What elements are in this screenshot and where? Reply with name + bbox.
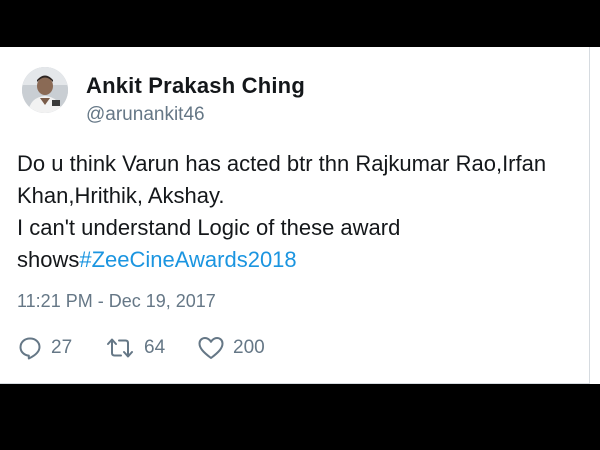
profile-photo-icon <box>22 67 68 113</box>
tweet-text-line: I can't understand Logic of these award <box>17 215 401 240</box>
user-handle[interactable]: @arunankit46 <box>86 104 205 126</box>
retweet-button[interactable]: 64 <box>104 333 165 363</box>
tweet-text-line: shows#ZeeCineAwards2018 <box>17 244 600 276</box>
display-name[interactable]: Ankit Prakash Ching <box>86 73 305 99</box>
hashtag-link[interactable]: #ZeeCineAwards2018 <box>79 247 296 272</box>
reply-button[interactable]: 27 <box>17 333 72 363</box>
tweet-text-line: Do u think Varun has acted btr thn Rajku… <box>17 151 547 176</box>
tweet-text-prefix: shows <box>17 247 80 272</box>
reply-icon <box>19 337 41 360</box>
tweet-text: Do u think Varun has acted btr thn Rajku… <box>17 148 600 276</box>
screenshot-frame: Ankit Prakash Ching @arunankit46 Do u th… <box>0 0 600 450</box>
heart-icon <box>198 337 224 359</box>
card-bottom-border <box>0 383 590 384</box>
card-right-border <box>589 47 590 384</box>
tweet-timestamp[interactable]: 11:21 PM - Dec 19, 2017 <box>17 291 216 312</box>
tweet-text-line: Khan,Hrithik, Akshay. <box>17 183 225 208</box>
like-count: 200 <box>233 337 265 358</box>
tweet-card: Ankit Prakash Ching @arunankit46 Do u th… <box>0 47 600 384</box>
like-button[interactable]: 200 <box>197 333 265 363</box>
retweet-icon <box>107 338 133 358</box>
avatar[interactable] <box>22 67 68 113</box>
retweet-count: 64 <box>144 337 166 358</box>
reply-count: 27 <box>51 337 73 358</box>
